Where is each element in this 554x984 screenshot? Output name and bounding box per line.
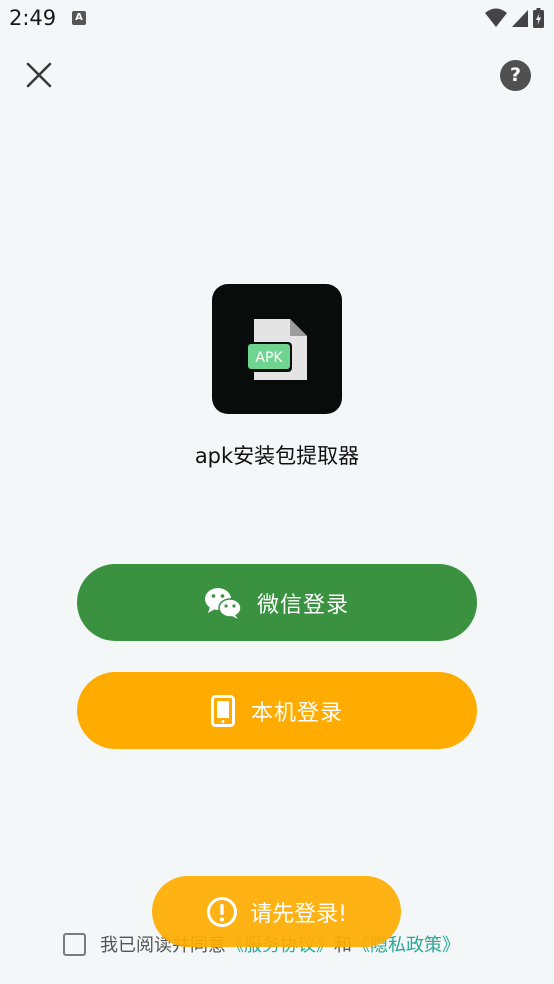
- agreement-checkbox[interactable]: [63, 932, 86, 956]
- alert-icon: [206, 896, 238, 928]
- phone-icon: [210, 694, 235, 727]
- apk-file-icon: APK: [246, 319, 307, 380]
- battery-icon: [533, 8, 544, 28]
- wechat-login-label: 微信登录: [256, 592, 349, 618]
- wechat-icon: [204, 587, 241, 619]
- close-icon: [26, 62, 52, 88]
- toast-text: 请先登录!: [250, 901, 347, 927]
- local-login-label: 本机登录: [250, 700, 343, 726]
- status-bar: 2:49 A: [0, 0, 554, 36]
- status-time: 2:49: [9, 6, 57, 30]
- apk-badge-text: APK: [255, 350, 283, 366]
- app-logo: APK: [212, 284, 342, 414]
- wifi-icon: [485, 8, 507, 27]
- help-button[interactable]: ?: [500, 60, 531, 91]
- toast-message: 请先登录!: [152, 876, 401, 947]
- signal-icon: [512, 10, 528, 27]
- local-login-button[interactable]: 本机登录: [77, 672, 477, 749]
- app-name: apk安装包提取器: [194, 444, 360, 468]
- wechat-login-button[interactable]: 微信登录: [77, 564, 477, 641]
- close-button[interactable]: [22, 58, 56, 92]
- notification-a-icon: A: [72, 11, 86, 25]
- status-icons: [485, 8, 544, 28]
